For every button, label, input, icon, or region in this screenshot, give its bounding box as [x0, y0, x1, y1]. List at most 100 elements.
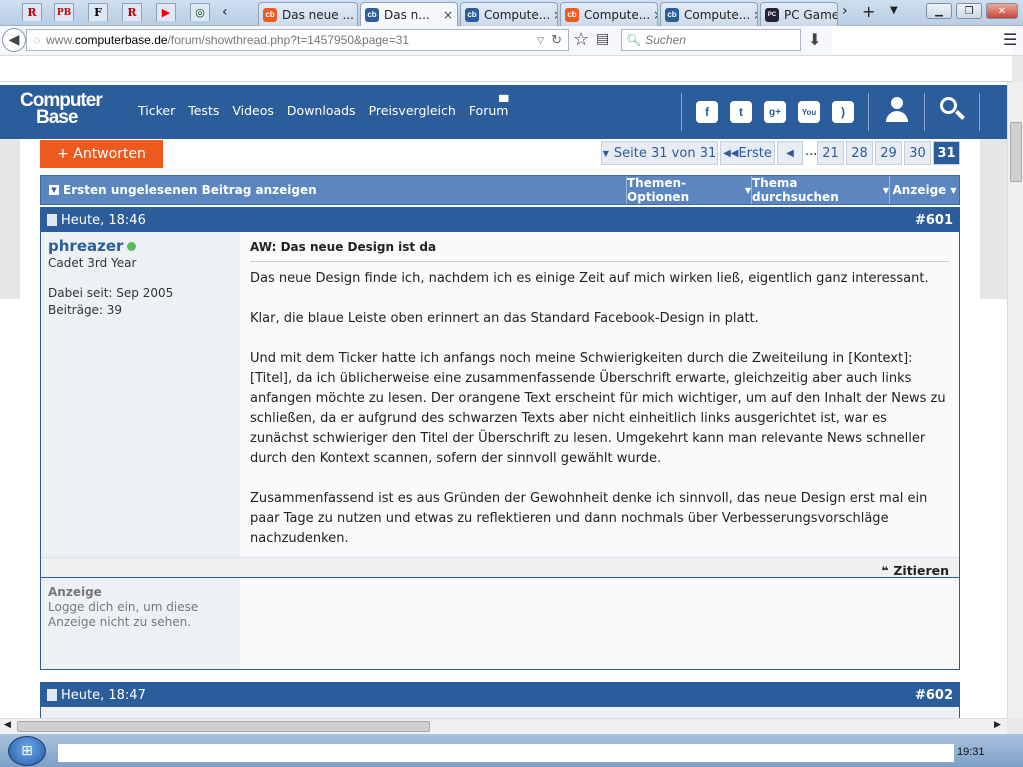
bookmark-star-icon[interactable]: ☆	[573, 29, 589, 50]
first-unread-link[interactable]: ▼ Ersten ungelesenen Beitrag anzeigen	[49, 183, 317, 197]
username-link[interactable]: phreazer	[48, 238, 123, 255]
reply-button[interactable]: + Antworten	[40, 140, 163, 168]
pinned-tab-faz[interactable]: F	[88, 3, 108, 21]
page-link-31-current[interactable]: 31	[933, 141, 960, 165]
close-tab-icon[interactable]: ×	[440, 8, 453, 22]
pinned-tab-r2[interactable]: R	[122, 3, 142, 21]
tab-6[interactable]: PC PC Game	[760, 2, 838, 26]
close-tab-icon[interactable]: ×	[650, 8, 657, 22]
nav-downloads[interactable]: Downloads	[287, 103, 356, 118]
previous-page-chevron-icon[interactable]: ◀	[777, 141, 803, 165]
tab-3[interactable]: cb Compute... ×	[460, 2, 558, 26]
scroll-right-arrow-icon[interactable]: ▶	[994, 720, 1001, 730]
thread-options-label: Themen-Optionen	[627, 176, 690, 204]
close-window-icon[interactable]: ✕	[986, 3, 1018, 19]
horizontal-scrollbar-thumb[interactable]	[17, 721, 430, 732]
vertical-scrollbar-thumb[interactable]	[1010, 122, 1022, 182]
url-path: /forum/showthread.php?t=1457950&page=31	[167, 33, 410, 47]
web-page: Computer Base Ticker Tests Videos Downlo…	[0, 82, 1007, 718]
url-domain-name: computerbase.de	[74, 33, 168, 47]
tab-scroll-left-icon[interactable]: ‹	[222, 4, 228, 20]
post-paragraph: Klar, die blaue Leiste oben erinnert an …	[250, 311, 759, 326]
computerbase-favicon-icon: cb	[665, 7, 679, 22]
url-dropdown-chevron-icon[interactable]: ▽	[537, 35, 544, 46]
scroll-left-arrow-icon[interactable]: ◀	[4, 720, 11, 730]
page-link-28[interactable]: 28	[846, 141, 873, 165]
post-number-link[interactable]: #602	[915, 688, 953, 703]
horizontal-scrollbar[interactable]: ◀ ▶	[0, 718, 1007, 734]
close-tab-icon[interactable]: ×	[750, 8, 757, 22]
reload-icon[interactable]: ↻	[551, 32, 562, 48]
browser-navigation-bar: ◀ ◌ www. computerbase.de/forum/showthread…	[0, 26, 1023, 56]
user-info-panel: phreazer Cadet 3rd Year Dabei seit: Sep …	[41, 232, 240, 557]
globe-icon: ◌	[33, 33, 41, 47]
computerbase-favicon-icon: cb	[465, 7, 479, 22]
page-margin-right	[980, 139, 1007, 299]
main-navigation: Ticker Tests Videos Downloads Preisvergl…	[138, 103, 521, 118]
tab-scroll-right-icon[interactable]: ›	[842, 3, 848, 19]
tab-2-active[interactable]: cb Das n... ×	[360, 2, 458, 26]
tab-1[interactable]: cb Das neue ... ×	[258, 2, 358, 26]
first-label: Erste	[738, 145, 772, 161]
page-link-21[interactable]: 21	[817, 141, 844, 165]
pinned-tab-youtube[interactable]: ▶	[156, 3, 176, 21]
page-link-29[interactable]: 29	[875, 141, 902, 165]
back-arrow-icon[interactable]: ◀	[2, 28, 26, 52]
url-bar[interactable]: ◌ www. computerbase.de/forum/showthread.p…	[26, 29, 569, 51]
tab-4[interactable]: cb Compute... ×	[560, 2, 658, 26]
download-arrow-icon[interactable]: ⬇	[808, 30, 821, 49]
taskbar-clock: 19:31	[957, 746, 985, 758]
computerbase-logo[interactable]: Computer Base	[20, 91, 103, 127]
chat-bubble-icon[interactable]: ▀	[499, 95, 508, 109]
computerbase-favicon-icon: cb	[263, 7, 277, 22]
bookmarks-list-icon[interactable]: ▤	[596, 31, 609, 47]
twitter-icon[interactable]: t	[730, 101, 752, 123]
new-tab-icon[interactable]: +	[862, 2, 875, 21]
close-tab-icon[interactable]: ×	[550, 8, 557, 22]
first-page-button[interactable]: ◀◀ Erste	[720, 141, 775, 165]
nav-preisvergleich[interactable]: Preisvergleich	[369, 103, 456, 118]
post-date: Heute, 18:47	[61, 687, 146, 703]
quote-bubble-icon: ❝	[881, 563, 889, 578]
nav-videos[interactable]: Videos	[232, 103, 274, 118]
minimize-window-icon[interactable]: ▁	[926, 3, 952, 19]
display-mode-dropdown[interactable]: Anzeige ▼	[889, 176, 959, 204]
user-post-count: Beiträge: 39	[48, 303, 123, 317]
youtube-icon[interactable]: You	[798, 101, 820, 123]
chevron-down-icon: ▼	[602, 148, 609, 158]
windows-start-button[interactable]: ⊞	[8, 736, 46, 766]
unread-arrow-icon: ▼	[49, 185, 59, 195]
nav-ticker[interactable]: Ticker	[138, 103, 175, 118]
nav-tests[interactable]: Tests	[188, 103, 219, 118]
pcgh-favicon-icon: PC	[765, 7, 779, 22]
url-prefix: www.	[46, 33, 75, 47]
page-label: Seite 31 von 31	[613, 145, 717, 161]
browser-tab-bar: R PB F R ▶ ◎ ‹ cb Das neue ... × cb Das …	[0, 0, 1023, 26]
thread-options-dropdown[interactable]: Themen-Optionen ▼	[626, 176, 751, 204]
facebook-icon[interactable]: f	[696, 101, 718, 123]
close-tab-icon[interactable]: ×	[354, 8, 358, 22]
search-icon[interactable]	[940, 97, 966, 123]
restore-window-icon[interactable]: ❐	[956, 3, 982, 19]
computerbase-favicon-icon: cb	[365, 7, 379, 22]
user-account-icon[interactable]	[885, 97, 909, 125]
google-plus-icon[interactable]: g+	[764, 101, 786, 123]
quote-button[interactable]: Zitieren	[893, 563, 949, 578]
search-thread-dropdown[interactable]: Thema durchsuchen ▼	[751, 176, 889, 204]
pinned-tab-r1[interactable]: R	[22, 3, 42, 21]
tab-5[interactable]: cb Compute... ×	[660, 2, 758, 26]
page-selector-dropdown[interactable]: ▼ Seite 31 von 31	[601, 141, 718, 165]
pinned-tab-pb[interactable]: PB	[54, 3, 74, 21]
pinned-tab-circuit[interactable]: ◎	[190, 3, 210, 21]
page-link-30[interactable]: 30	[904, 141, 931, 165]
user-joined: Dabei seit: Sep 2005	[48, 286, 174, 300]
menu-hamburger-icon[interactable]: ☰	[1003, 30, 1017, 49]
search-input[interactable]: 🔍︎ Suchen	[621, 29, 801, 51]
tab-list-chevron-down-icon[interactable]: ▼	[890, 5, 898, 16]
vertical-scrollbar[interactable]	[1007, 82, 1023, 718]
page-margin-left	[0, 139, 20, 299]
post-number-link[interactable]: #601	[915, 213, 953, 228]
post-paragraph: Und mit dem Ticker hatte ich anfangs noc…	[250, 351, 946, 466]
search-placeholder: Suchen	[645, 33, 686, 47]
rss-icon[interactable]: )	[832, 101, 854, 123]
